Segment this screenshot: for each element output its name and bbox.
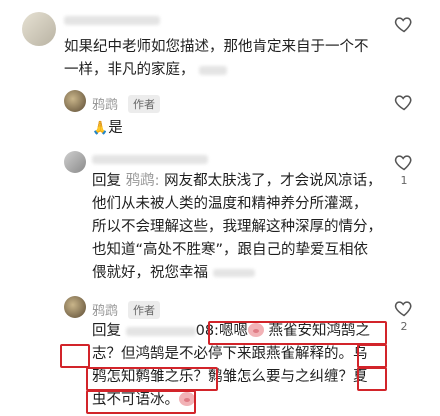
heart-outline-icon[interactable] bbox=[394, 298, 414, 318]
blurred-text bbox=[212, 269, 255, 277]
comment-text: 🙏是 bbox=[92, 120, 123, 136]
heart-outline-icon[interactable] bbox=[394, 92, 414, 112]
heart-outline-icon[interactable] bbox=[394, 14, 414, 34]
avatar[interactable] bbox=[22, 12, 56, 46]
comment-text: 回复 鸦鹉: 网友都太肤浅了，才会说风凉话， 他们从未被人类的温度和精神养分所灌… bbox=[92, 173, 382, 281]
blurred-username bbox=[92, 155, 208, 164]
heart-outline-icon[interactable] bbox=[394, 152, 414, 172]
highlight-box bbox=[208, 321, 387, 345]
avatar[interactable] bbox=[64, 151, 86, 173]
blurred-mention bbox=[125, 326, 196, 336]
author-badge: 作者 bbox=[128, 301, 160, 319]
avatar[interactable] bbox=[64, 296, 86, 318]
blurred-username bbox=[64, 16, 160, 25]
highlight-box bbox=[86, 390, 196, 414]
highlight-box bbox=[86, 367, 218, 391]
avatar[interactable] bbox=[64, 90, 86, 112]
reply-mention[interactable]: 鸦鹉: bbox=[126, 173, 160, 189]
blurred-text bbox=[199, 65, 228, 75]
highlight-box bbox=[357, 367, 387, 391]
pray-emoji-icon: 🙏 bbox=[92, 121, 109, 136]
author-name[interactable]: 鸦鹉 bbox=[92, 300, 118, 319]
author-badge: 作者 bbox=[128, 95, 160, 113]
highlight-box bbox=[357, 344, 387, 368]
comment-text: 如果纪中老师如您描述，那他肯定来自于一个不 一样，非凡的家庭， bbox=[64, 39, 369, 78]
highlight-box bbox=[60, 344, 90, 368]
author-name[interactable]: 鸦鹉 bbox=[92, 94, 118, 113]
like-count: 1 bbox=[400, 174, 408, 187]
like-count: 2 bbox=[400, 320, 408, 333]
